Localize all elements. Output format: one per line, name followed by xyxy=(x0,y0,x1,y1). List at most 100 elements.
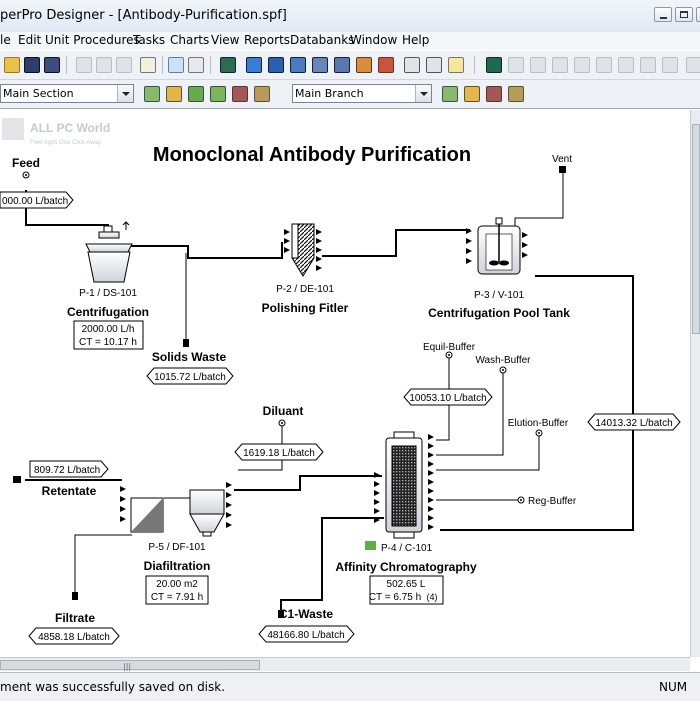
stop-icon[interactable] xyxy=(530,57,546,73)
branch-delete-icon[interactable] xyxy=(486,86,502,102)
menu-help[interactable]: Help xyxy=(402,33,429,47)
chevron-down-icon[interactable] xyxy=(415,85,431,102)
wash-buffer-label: Wash-Buffer xyxy=(475,355,531,366)
flowsheet-icon[interactable] xyxy=(268,57,284,73)
equipment-icon[interactable] xyxy=(290,57,306,73)
zoom-icon[interactable] xyxy=(574,57,590,73)
play-icon[interactable] xyxy=(508,57,524,73)
paste-icon[interactable] xyxy=(116,57,132,73)
save-icon[interactable] xyxy=(24,57,40,73)
stream-s1 xyxy=(128,242,283,259)
p1-name: Centrifugation xyxy=(67,305,149,319)
stream-vent xyxy=(514,172,564,226)
move-up-icon[interactable] xyxy=(662,57,678,73)
menu-view[interactable]: View xyxy=(211,33,239,47)
polishing-filter-p2[interactable] xyxy=(284,223,322,277)
c1-waste-value: 48166.80 L/batch xyxy=(267,630,344,641)
retentate-value: 809.72 L/batch xyxy=(34,465,100,476)
chromatography-column-p4[interactable] xyxy=(374,431,434,539)
chevron-down-icon[interactable] xyxy=(117,85,133,102)
chart-icon[interactable] xyxy=(334,57,350,73)
streams-icon[interactable] xyxy=(312,57,328,73)
section-combo[interactable]: Main Section xyxy=(0,84,134,103)
context-help-icon[interactable] xyxy=(426,57,442,73)
menu-reports[interactable]: Reports xyxy=(244,33,290,47)
section-delete-icon[interactable] xyxy=(232,86,248,102)
open-icon[interactable] xyxy=(4,57,20,73)
filtrate-label: Filtrate xyxy=(55,611,95,625)
menu-window[interactable]: Window xyxy=(350,33,397,47)
menu-file[interactable]: le xyxy=(0,33,11,47)
vertical-scrollbar[interactable] xyxy=(690,110,700,657)
menu-charts[interactable]: Charts xyxy=(170,33,209,47)
section-toolbar: Main Section Main Branch xyxy=(0,80,700,109)
p4-name: Affinity Chromatography xyxy=(335,560,477,574)
c1-waste-label: C1-Waste xyxy=(279,607,334,621)
feed-label: Feed xyxy=(12,156,40,170)
minimize-button[interactable] xyxy=(654,7,672,22)
section-folder-icon[interactable] xyxy=(210,86,226,102)
section-add-icon[interactable] xyxy=(166,86,182,102)
help-icon[interactable] xyxy=(448,57,464,73)
horizontal-scroll-thumb[interactable]: ||| xyxy=(0,660,260,671)
pool-tank-p3[interactable] xyxy=(466,217,528,275)
feed-value: 000.00 L/batch xyxy=(2,196,68,207)
num-lock-indicator: NUM xyxy=(659,680,688,694)
vertical-scroll-thumb[interactable] xyxy=(692,124,700,334)
simulate-icon[interactable] xyxy=(486,57,502,73)
section-tree-icon[interactable] xyxy=(188,86,204,102)
cut-icon[interactable] xyxy=(76,57,92,73)
horizontal-scrollbar[interactable]: ||| xyxy=(0,657,690,671)
calendar-icon[interactable] xyxy=(246,57,262,73)
step-icon[interactable] xyxy=(552,57,568,73)
diagram-title: Monoclonal Antibody Purification xyxy=(153,144,471,166)
stream-filtrate xyxy=(74,534,132,594)
align-icon[interactable] xyxy=(596,57,612,73)
solve-icon[interactable] xyxy=(220,57,236,73)
p5-name: Diafiltration xyxy=(144,559,211,573)
connect-stream-icon[interactable] xyxy=(188,57,204,73)
p4-line2: CT = 6.75 h xyxy=(369,592,421,603)
diluant-label: Diluant xyxy=(263,404,304,418)
copy-icon[interactable] xyxy=(96,57,112,73)
move-right-icon[interactable] xyxy=(640,57,656,73)
flowsheet-canvas[interactable]: ALL PC World Free Apps One Click Away Mo… xyxy=(0,110,690,657)
centrifuge-p1[interactable] xyxy=(85,221,133,283)
menu-unit-procedures[interactable]: Unit Procedures xyxy=(45,33,140,47)
p4-line1: 502.65 L xyxy=(387,579,426,590)
maximize-icon xyxy=(680,11,688,18)
save-all-icon[interactable] xyxy=(44,57,60,73)
more-icon[interactable] xyxy=(686,57,700,73)
branch-properties-icon[interactable] xyxy=(442,86,458,102)
diluant-value: 1619.18 L/batch xyxy=(243,448,315,459)
scheduling-icon[interactable] xyxy=(365,541,376,550)
report-icon[interactable] xyxy=(356,57,372,73)
maximize-button[interactable] xyxy=(675,7,693,22)
branch-combo-value: Main Branch xyxy=(295,87,364,100)
p5-tag: P-5 / DF-101 xyxy=(148,542,206,553)
p1-line1: 2000.00 L/h xyxy=(82,324,135,335)
filtrate-value: 4858.18 L/batch xyxy=(38,632,110,643)
menu-databanks[interactable]: Databanks xyxy=(290,33,354,47)
gantt-icon[interactable] xyxy=(378,57,394,73)
stream-elution-buffer xyxy=(436,436,540,471)
section-properties-icon[interactable] xyxy=(144,86,160,102)
close-button[interactable] xyxy=(696,7,700,22)
section-rename-icon[interactable] xyxy=(254,86,270,102)
branch-combo[interactable]: Main Branch xyxy=(292,84,432,103)
solids-waste-value: 1015.72 L/batch xyxy=(154,372,226,383)
p2-name: Polishing Fitler xyxy=(262,301,349,315)
diafiltration-p5[interactable] xyxy=(120,482,232,537)
p5-line2: CT = 7.91 h xyxy=(151,592,203,603)
move-left-icon[interactable] xyxy=(618,57,634,73)
menu-edit[interactable]: Edit xyxy=(18,33,41,47)
clipboard-icon[interactable] xyxy=(140,57,156,73)
print-icon[interactable] xyxy=(404,57,420,73)
branch-rename-icon[interactable] xyxy=(508,86,524,102)
flowsheet-diagram[interactable]: ALL PC World Free Apps One Click Away Mo… xyxy=(0,110,690,657)
select-pointer-icon[interactable] xyxy=(168,57,184,73)
menu-tasks[interactable]: Tasks xyxy=(133,33,165,47)
branch-add-icon[interactable] xyxy=(464,86,480,102)
p3-name: Centrifugation Pool Tank xyxy=(428,306,570,320)
watermark-subtitle: Free Apps One Click Away xyxy=(30,140,101,146)
